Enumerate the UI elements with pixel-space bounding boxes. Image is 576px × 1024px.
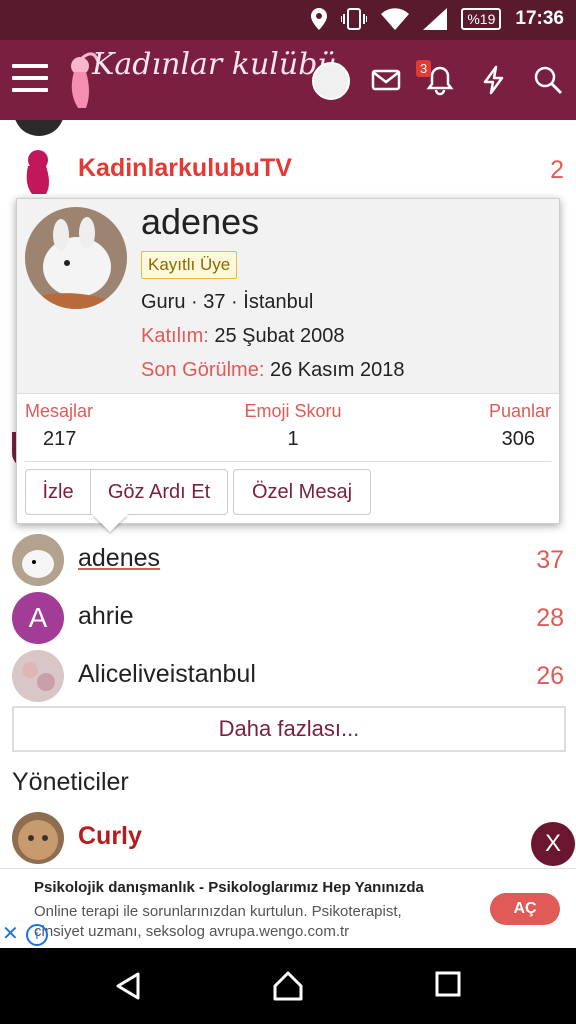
signal-icon: [423, 8, 448, 30]
member-joined: Katılım: 25 Şubat 2008: [141, 325, 344, 348]
stat-label: Emoji Skoru: [244, 401, 342, 421]
stat-messages: Mesajlar 217: [25, 401, 93, 451]
stat-label: Puanlar: [488, 401, 551, 421]
home-icon[interactable]: [272, 970, 304, 1002]
list-item[interactable]: KadinlarkulubuTV 2: [12, 144, 564, 200]
list-item[interactable]: adenes 37: [12, 534, 564, 590]
menu-icon[interactable]: [12, 64, 48, 96]
member-card-username[interactable]: adenes: [141, 201, 259, 243]
private-message-button[interactable]: Özel Mesaj: [233, 469, 371, 515]
member-count: 26: [536, 662, 564, 690]
stat-points: Puanlar 306: [489, 401, 551, 451]
avatar: [12, 812, 64, 864]
close-button[interactable]: X: [531, 822, 575, 866]
joined-value: 25 Şubat 2008: [214, 325, 345, 347]
logo-text: Kadınlar kulübü: [92, 47, 337, 82]
notification-badge: 3: [416, 60, 432, 77]
last-seen-label: Son Görülme:: [141, 359, 265, 381]
member-role-badge: Kayıtlı Üye: [141, 251, 238, 279]
battery-indicator: %19: [461, 8, 502, 30]
member-card-avatar[interactable]: [25, 207, 127, 309]
back-icon[interactable]: [112, 970, 144, 1002]
avatar: [12, 650, 64, 702]
ad-close-icon[interactable]: ✕: [2, 921, 19, 946]
member-name[interactable]: KadinlarkulubuTV: [78, 154, 292, 183]
system-navigation-bar: [0, 948, 576, 1024]
joined-label: Katılım:: [141, 325, 209, 347]
top-navigation: Kadınlar kulübü 3: [0, 40, 576, 120]
ad-banner[interactable]: Psikolojik danışmanlık - Psikologlarımız…: [0, 868, 576, 949]
lightning-icon[interactable]: [478, 64, 510, 96]
status-bar: %19 17:36: [0, 0, 576, 40]
show-more-button[interactable]: Daha fazlası...: [12, 706, 566, 752]
member-name[interactable]: adenes: [78, 544, 160, 573]
member-count: 2: [550, 156, 564, 184]
member-card-header: adenes Kayıtlı Üye Guru · 37 · İstanbul …: [17, 199, 559, 394]
ignore-button[interactable]: Göz Ardı Et: [90, 469, 228, 515]
member-count: 37: [536, 546, 564, 574]
member-count: 28: [536, 604, 564, 632]
ad-info-icon[interactable]: i: [26, 924, 48, 946]
user-avatar[interactable]: [312, 62, 350, 100]
divider: [25, 461, 551, 462]
vibrate-icon: [341, 8, 368, 30]
list-item[interactable]: Curly: [12, 812, 564, 868]
ad-text[interactable]: Online terapi ile sorunlarınızdan kurtul…: [34, 902, 434, 942]
member-stats: Mesajlar 217 Emoji Skoru 1 Puanlar 306: [17, 399, 559, 459]
avatar: [12, 534, 64, 586]
member-last-seen: Son Görülme: 26 Kasım 2018: [141, 359, 404, 382]
list-item[interactable]: A ahrie 28: [12, 592, 564, 648]
ad-open-button[interactable]: AÇ: [490, 893, 560, 925]
location-icon: [311, 8, 328, 30]
search-icon[interactable]: [532, 64, 564, 96]
partial-avatar: [14, 120, 64, 136]
member-info-line: Guru · 37 · İstanbul: [141, 291, 314, 313]
member-tooltip-card: adenes Kayıtlı Üye Guru · 37 · İstanbul …: [16, 198, 560, 524]
stat-value: 306: [501, 428, 535, 450]
last-seen-value: 26 Kasım 2018: [269, 359, 405, 381]
member-name[interactable]: Curly: [78, 822, 142, 851]
ad-title[interactable]: Psikolojik danışmanlık - Psikologlarımız…: [34, 879, 424, 896]
wifi-icon: [381, 8, 410, 30]
avatar: [12, 144, 64, 196]
stat-emoji-score: Emoji Skoru 1: [241, 401, 345, 451]
stat-value: 1: [287, 428, 299, 450]
stat-label: Mesajlar: [25, 401, 94, 421]
member-name[interactable]: ahrie: [78, 602, 134, 631]
avatar: A: [12, 592, 64, 644]
tooltip-pointer: [92, 514, 128, 532]
mail-icon[interactable]: [370, 64, 402, 96]
member-name[interactable]: Aliceliveistanbul: [78, 660, 256, 689]
follow-button[interactable]: İzle: [25, 469, 91, 515]
list-item[interactable]: Aliceliveistanbul 26: [12, 650, 564, 706]
recents-icon[interactable]: [434, 970, 462, 998]
section-title: Yöneticiler: [12, 768, 129, 796]
clock: 17:36: [515, 8, 564, 29]
stat-value: 217: [43, 428, 77, 450]
